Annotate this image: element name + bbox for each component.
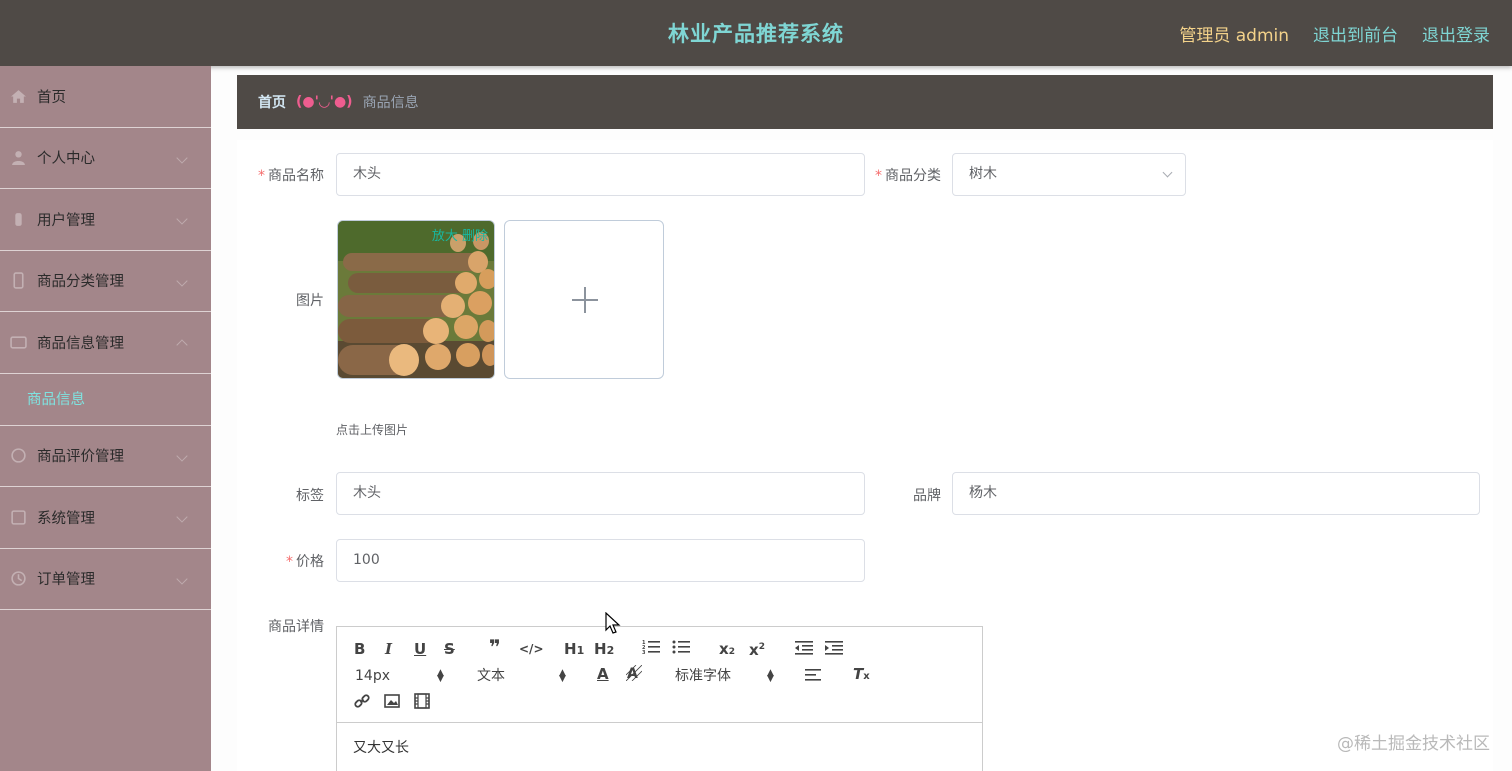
align-icon[interactable] bbox=[805, 668, 821, 686]
home-icon bbox=[10, 88, 27, 105]
sidebar-item-profile[interactable]: 个人中心 bbox=[0, 128, 211, 189]
sidebar-item-orders[interactable]: 订单管理 bbox=[0, 549, 211, 610]
submenu-item-goods-info[interactable]: 商品信息 bbox=[0, 374, 211, 426]
category-label: * 商品分类 bbox=[875, 168, 941, 184]
breadcrumb-current: 商品信息 bbox=[362, 95, 419, 111]
sidebar-item-goods[interactable]: 商品信息管理 bbox=[0, 312, 211, 374]
select-arrows-icon: ▲ ▼ bbox=[559, 668, 566, 684]
image-icon[interactable] bbox=[384, 693, 400, 713]
category-select[interactable]: 树木 bbox=[952, 153, 1186, 196]
category-icon bbox=[10, 272, 27, 289]
sidebar-item-users[interactable]: 用户管理 bbox=[0, 189, 211, 251]
sidebar-item-label: 首页 bbox=[37, 89, 66, 106]
clear-format-icon[interactable]: Tx bbox=[853, 665, 870, 686]
background-color-icon[interactable]: A bbox=[625, 664, 643, 685]
font-size-value: 14px bbox=[355, 668, 390, 684]
bullet-list-icon[interactable] bbox=[672, 639, 690, 659]
sidebar-item-label: 个人中心 bbox=[37, 151, 95, 168]
mouse-cursor-icon bbox=[605, 611, 621, 640]
header-actions: 管理员 admin 退出到前台 退出登录 bbox=[1179, 0, 1490, 66]
rich-text-editor: B I U S ❞ </> H1 H2 123 x2 x2 14px ▲ ▼ 文本… bbox=[336, 626, 983, 771]
image-actions[interactable]: 放大 删除 bbox=[432, 225, 488, 244]
editor-content[interactable]: 又大又长 bbox=[353, 737, 409, 757]
image-label: 图片 bbox=[296, 293, 324, 309]
brand-field[interactable]: 杨木 bbox=[952, 472, 1480, 515]
breadcrumb: 首页 (●'◡'●) 商品信息 bbox=[237, 75, 1493, 129]
outdent-icon[interactable] bbox=[795, 640, 813, 660]
chevron-down-icon bbox=[176, 152, 188, 164]
price-label: * 价格 bbox=[286, 554, 324, 570]
font-size-select[interactable]: 14px ▲ ▼ bbox=[355, 667, 445, 685]
italic-icon[interactable]: I bbox=[385, 640, 392, 658]
heading1-icon[interactable]: H1 bbox=[564, 640, 584, 660]
upload-tip: 点击上传图片 bbox=[336, 423, 409, 437]
brand-label: 品牌 bbox=[913, 488, 941, 504]
sidebar-item-home[interactable]: 首页 bbox=[0, 66, 211, 128]
sidebar-item-system[interactable]: 系统管理 bbox=[0, 487, 211, 549]
name-label: * 商品名称 bbox=[258, 168, 324, 184]
system-icon bbox=[10, 509, 27, 526]
link-icon[interactable] bbox=[354, 693, 370, 713]
name-field[interactable]: 木头 bbox=[336, 153, 865, 196]
product-image-thumbnail[interactable]: 放大 删除 bbox=[337, 220, 495, 379]
code-icon[interactable]: </> bbox=[519, 640, 544, 658]
blockquote-icon[interactable]: ❞ bbox=[489, 637, 501, 657]
superscript-icon[interactable]: x2 bbox=[749, 638, 765, 659]
ordered-list-icon[interactable]: 123 bbox=[642, 639, 660, 659]
bold-icon[interactable]: B bbox=[354, 640, 365, 658]
chevron-down-icon bbox=[176, 511, 188, 523]
sidebar: 首页 个人中心 用户管理 商品分类管理 商品信息管理 商品信息 商品评价管理 系… bbox=[0, 66, 211, 771]
tag-field[interactable]: 木头 bbox=[336, 472, 865, 515]
breadcrumb-separator: (●'◡'●) bbox=[296, 94, 353, 110]
editor-toolbar: B I U S ❞ </> H1 H2 123 x2 x2 14px ▲ ▼ 文本… bbox=[337, 627, 982, 723]
sidebar-item-label: 订单管理 bbox=[37, 572, 95, 589]
price-field[interactable]: 100 bbox=[336, 539, 865, 582]
plus-icon-vertical bbox=[584, 287, 586, 313]
sidebar-item-label: 商品分类管理 bbox=[37, 274, 124, 291]
user-icon bbox=[10, 149, 27, 166]
breadcrumb-home[interactable]: 首页 bbox=[258, 92, 286, 112]
order-icon bbox=[10, 570, 27, 587]
chevron-up-icon bbox=[176, 339, 188, 351]
admin-label: 管理员 admin bbox=[1179, 25, 1289, 46]
sidebar-item-label: 商品信息管理 bbox=[37, 335, 124, 352]
indent-icon[interactable] bbox=[825, 640, 843, 660]
detail-label: 商品详情 bbox=[268, 619, 324, 635]
font-family-value: 标准字体 bbox=[675, 668, 731, 684]
front-page-link[interactable]: 退出到前台 bbox=[1313, 21, 1398, 46]
svg-text:3: 3 bbox=[642, 650, 646, 655]
sidebar-item-comments[interactable]: 商品评价管理 bbox=[0, 426, 211, 487]
sidebar-item-label: 用户管理 bbox=[37, 212, 95, 229]
chevron-down-icon bbox=[176, 450, 188, 462]
chevron-down-icon bbox=[176, 275, 188, 287]
select-arrows-icon: ▲ ▼ bbox=[767, 668, 774, 684]
chevron-down-icon bbox=[1162, 167, 1173, 178]
chevron-down-icon bbox=[176, 573, 188, 585]
strikethrough-icon[interactable]: S bbox=[444, 640, 455, 658]
header-select[interactable]: 文本 ▲ ▼ bbox=[477, 667, 567, 685]
subscript-icon[interactable]: x2 bbox=[719, 640, 735, 661]
category-value: 树木 bbox=[969, 166, 997, 182]
goods-icon bbox=[10, 334, 27, 351]
watermark: @稀土掘金技术社区 bbox=[1337, 734, 1490, 754]
wood-logs-image bbox=[338, 221, 494, 378]
comment-icon bbox=[10, 447, 27, 464]
logout-link[interactable]: 退出登录 bbox=[1422, 21, 1490, 46]
chevron-down-icon bbox=[176, 213, 188, 225]
video-icon[interactable] bbox=[414, 693, 430, 713]
header-select-value: 文本 bbox=[477, 668, 505, 684]
tag-label: 标签 bbox=[296, 488, 324, 504]
sidebar-item-label: 商品评价管理 bbox=[37, 449, 124, 466]
top-header: 林业产品推荐系统 管理员 admin 退出到前台 退出登录 bbox=[0, 0, 1512, 66]
sidebar-item-category[interactable]: 商品分类管理 bbox=[0, 251, 211, 312]
underline-icon[interactable]: U bbox=[414, 640, 426, 658]
font-family-select[interactable]: 标准字体 ▲ ▼ bbox=[675, 667, 775, 685]
users-icon bbox=[10, 211, 27, 228]
select-arrows-icon: ▲ ▼ bbox=[437, 668, 444, 684]
upload-button[interactable] bbox=[504, 220, 664, 379]
heading2-icon[interactable]: H2 bbox=[594, 640, 614, 660]
sidebar-item-label: 系统管理 bbox=[37, 510, 95, 527]
font-color-icon[interactable]: A bbox=[597, 665, 609, 683]
